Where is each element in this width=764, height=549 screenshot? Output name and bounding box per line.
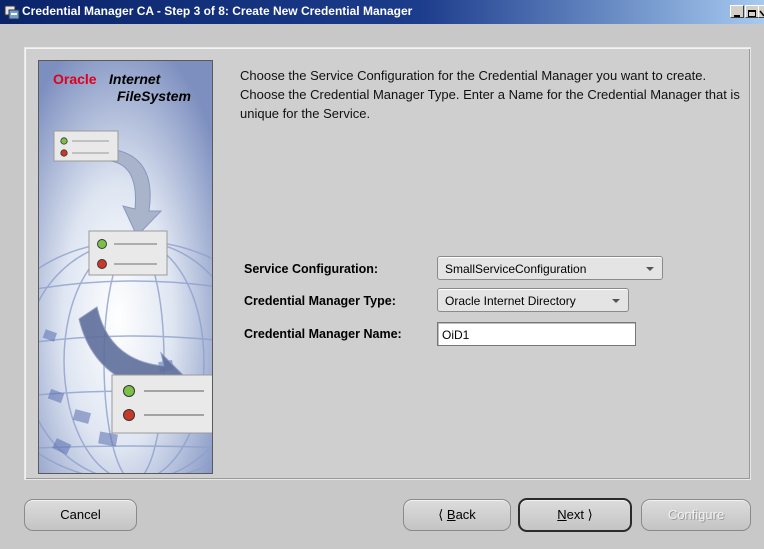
next-button[interactable]: Next ⟩ xyxy=(518,498,632,532)
server-card-bottom xyxy=(111,374,212,434)
server-card-middle xyxy=(88,230,168,276)
back-label: ack xyxy=(455,507,476,522)
next-accel: N xyxy=(557,507,567,522)
brand-internet: Internet xyxy=(109,71,161,87)
instructions-text: Choose the Service Configuration for the… xyxy=(240,68,740,121)
brand-filesystem: FileSystem xyxy=(117,88,191,104)
globe-illustration xyxy=(39,61,212,473)
next-label: ext xyxy=(566,507,585,522)
brand-oracle: Oracle xyxy=(53,71,97,87)
server-card-top xyxy=(53,130,119,162)
maximize-icon xyxy=(748,10,756,17)
minimize-button[interactable] xyxy=(730,5,744,18)
credential-manager-type-select[interactable]: Oracle Internet Directory xyxy=(437,288,629,312)
credential-manager-type-label: Credential Manager Type: xyxy=(244,294,396,308)
chevron-down-icon xyxy=(612,299,620,303)
close-button[interactable] xyxy=(758,5,764,18)
back-accel: B xyxy=(446,507,456,522)
back-button[interactable]: ⟨ Back xyxy=(403,499,511,531)
app-icon xyxy=(4,5,20,20)
close-icon xyxy=(759,10,764,17)
credential-manager-type-value: Oracle Internet Directory xyxy=(445,294,576,308)
window-title: Credential Manager CA - Step 3 of 8: Cre… xyxy=(22,4,413,18)
service-configuration-value: SmallServiceConfiguration xyxy=(445,262,587,276)
minimize-icon xyxy=(734,15,740,17)
cancel-button[interactable]: Cancel xyxy=(24,499,137,531)
wizard-artwork: Oracle Internet FileSystem xyxy=(38,60,213,474)
service-configuration-label: Service Configuration: xyxy=(244,262,379,276)
configure-button[interactable]: Configure xyxy=(641,499,751,531)
credential-manager-name-input[interactable]: OiD1 xyxy=(437,322,636,346)
chevron-left-icon: ⟨ xyxy=(438,507,444,522)
window-title-bar[interactable]: Credential Manager CA - Step 3 of 8: Cre… xyxy=(0,0,764,24)
chevron-right-icon: ⟩ xyxy=(587,507,593,522)
chevron-down-icon xyxy=(646,267,654,271)
credential-manager-name-value: OiD1 xyxy=(442,328,470,342)
credential-manager-name-label: Credential Manager Name: xyxy=(244,327,402,341)
maximize-button[interactable] xyxy=(745,5,759,18)
service-configuration-select[interactable]: SmallServiceConfiguration xyxy=(437,256,663,280)
